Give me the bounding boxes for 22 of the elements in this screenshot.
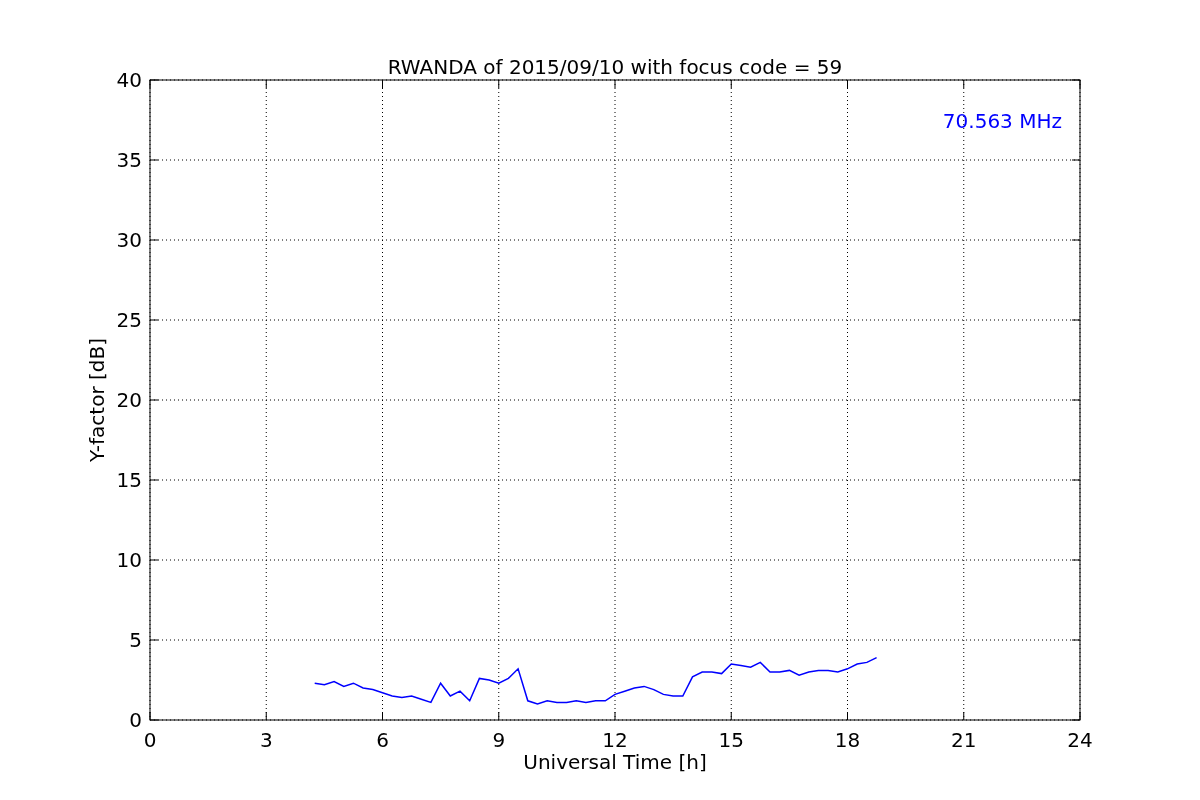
x-tick-label: 21 — [951, 728, 977, 752]
series-label: 70.563 MHz — [942, 109, 1062, 133]
y-axis-label: Y-factor [dB] — [85, 338, 109, 462]
y-tick-label: 0 — [129, 708, 142, 732]
x-tick-label: 15 — [718, 728, 744, 752]
y-tick-label: 25 — [116, 308, 142, 332]
x-tick-label: 18 — [834, 728, 861, 752]
x-tick-label: 0 — [143, 728, 157, 752]
chart-title: RWANDA of 2015/09/10 with focus code = 59 — [387, 55, 843, 79]
x-tick-label: 12 — [602, 728, 628, 752]
x-axis-label: Universal Time [h] — [523, 750, 707, 774]
y-tick-label: 5 — [129, 628, 142, 652]
x-tick-label: 3 — [259, 728, 273, 752]
y-tick-label: 10 — [116, 548, 142, 572]
y-tick-label: 40 — [116, 68, 142, 92]
y-tick-label: 35 — [116, 148, 142, 172]
y-tick-label: 20 — [116, 388, 142, 412]
y-tick-label: 15 — [116, 468, 142, 492]
x-tick-label: 6 — [376, 728, 389, 752]
x-tick-label: 9 — [492, 728, 506, 752]
x-tick-label: 24 — [1067, 728, 1093, 752]
y-tick-label: 30 — [116, 228, 142, 252]
